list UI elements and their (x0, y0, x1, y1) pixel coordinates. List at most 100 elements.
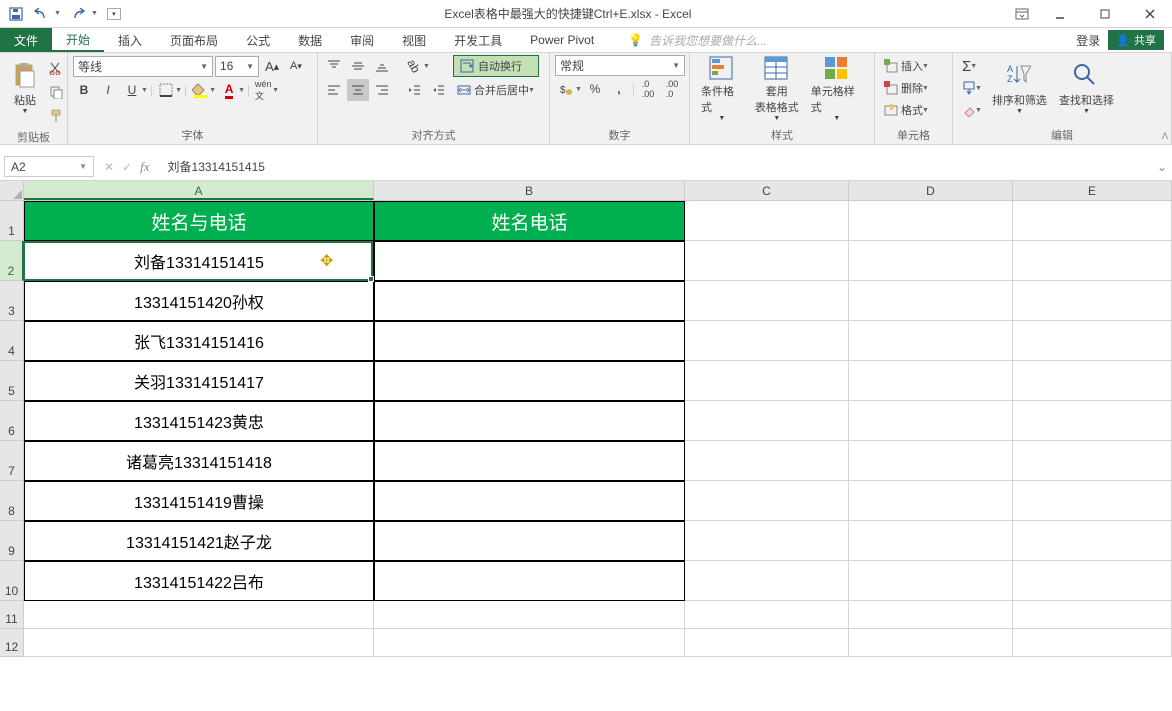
tell-me-search[interactable]: 💡告诉我您想要做什么... (608, 28, 1076, 52)
align-center-icon[interactable] (347, 79, 369, 101)
cell[interactable] (374, 629, 685, 657)
row-header[interactable]: 12 (0, 629, 24, 657)
bold-icon[interactable]: B (73, 79, 95, 101)
row-header[interactable]: 11 (0, 601, 24, 629)
row-header[interactable]: 10 (0, 561, 24, 601)
number-format-combo[interactable]: 常规▼ (555, 55, 685, 76)
minimize-icon[interactable] (1037, 0, 1082, 28)
cell[interactable]: 13314151422吕布 (24, 561, 374, 601)
redo-more-icon[interactable]: ▼ (91, 10, 98, 17)
cell[interactable] (374, 521, 685, 561)
fx-icon[interactable]: fx (140, 159, 149, 175)
select-all-corner[interactable] (0, 181, 24, 200)
font-size-combo[interactable]: 16▼ (215, 56, 259, 77)
cell[interactable] (685, 629, 849, 657)
increase-indent-icon[interactable] (427, 79, 449, 101)
cell[interactable]: 刘备13314151415 (24, 241, 374, 281)
cell[interactable] (685, 521, 849, 561)
cell[interactable] (1013, 601, 1172, 629)
maximize-icon[interactable] (1082, 0, 1127, 28)
align-bottom-icon[interactable] (371, 55, 393, 77)
col-header-d[interactable]: D (849, 181, 1013, 200)
tab-powerpivot[interactable]: Power Pivot (516, 28, 608, 52)
align-top-icon[interactable] (323, 55, 345, 77)
close-icon[interactable] (1127, 0, 1172, 28)
cell[interactable] (849, 281, 1013, 321)
cell[interactable] (1013, 441, 1172, 481)
copy-icon[interactable] (45, 81, 67, 103)
cell[interactable] (849, 601, 1013, 629)
row-header[interactable]: 7 (0, 441, 24, 481)
clear-button[interactable]: ▼ (958, 99, 986, 121)
collapse-ribbon-icon[interactable]: ᐱ (1162, 131, 1168, 142)
cell[interactable] (849, 321, 1013, 361)
decrease-font-icon[interactable]: A▾ (285, 55, 307, 77)
conditional-format-button[interactable]: 条件格式▼ (695, 55, 749, 121)
col-header-c[interactable]: C (685, 181, 849, 200)
increase-decimal-icon[interactable]: .0.00 (637, 78, 659, 100)
cell[interactable] (849, 241, 1013, 281)
share-button[interactable]: 👤共享 (1108, 30, 1164, 50)
cell[interactable] (685, 481, 849, 521)
row-header[interactable]: 4 (0, 321, 24, 361)
cell[interactable]: 姓名电话 (374, 201, 685, 241)
cell[interactable] (849, 441, 1013, 481)
cell[interactable] (374, 401, 685, 441)
tab-insert[interactable]: 插入 (104, 28, 156, 52)
delete-cells-button[interactable]: 删除▼ (880, 77, 933, 99)
format-as-table-button[interactable]: 套用 表格格式▼ (749, 55, 805, 121)
phonetic-icon[interactable]: wén文 (252, 79, 274, 101)
comma-icon[interactable]: , (608, 78, 630, 100)
tab-view[interactable]: 视图 (388, 28, 440, 52)
cell[interactable]: 13314151419曹操 (24, 481, 374, 521)
underline-icon[interactable]: U (121, 79, 143, 101)
row-header[interactable]: 3 (0, 281, 24, 321)
row-header[interactable]: 6 (0, 401, 24, 441)
tab-formulas[interactable]: 公式 (232, 28, 284, 52)
cell[interactable] (374, 601, 685, 629)
cell[interactable]: 诸葛亮13314151418 (24, 441, 374, 481)
name-box[interactable]: A2▼ (4, 156, 94, 177)
cell[interactable] (374, 361, 685, 401)
cell[interactable] (685, 561, 849, 601)
cell[interactable] (685, 321, 849, 361)
save-icon[interactable] (8, 6, 24, 22)
align-right-icon[interactable] (371, 79, 393, 101)
cell[interactable] (24, 601, 374, 629)
cell[interactable] (685, 441, 849, 481)
cell[interactable] (374, 321, 685, 361)
cell[interactable] (1013, 281, 1172, 321)
row-header[interactable]: 8 (0, 481, 24, 521)
cell[interactable] (849, 481, 1013, 521)
undo-more-icon[interactable]: ▼ (54, 10, 61, 17)
decrease-indent-icon[interactable] (403, 79, 425, 101)
login-link[interactable]: 登录 (1076, 32, 1100, 49)
cell[interactable] (685, 401, 849, 441)
redo-icon[interactable] (70, 6, 86, 22)
orientation-icon[interactable]: ab (403, 55, 425, 77)
cell[interactable]: 关羽13314151417 (24, 361, 374, 401)
sort-filter-button[interactable]: AZ 排序和筛选▼ (986, 55, 1053, 121)
cell[interactable] (374, 241, 685, 281)
border-icon[interactable] (155, 79, 177, 101)
cell[interactable]: 13314151423黄忠 (24, 401, 374, 441)
increase-font-icon[interactable]: A▴ (261, 55, 283, 77)
font-color-icon[interactable]: A (218, 79, 240, 101)
cell[interactable] (1013, 521, 1172, 561)
cell[interactable] (374, 441, 685, 481)
cut-icon[interactable] (45, 57, 67, 79)
decrease-decimal-icon[interactable]: .00.0 (661, 78, 683, 100)
cell[interactable] (1013, 361, 1172, 401)
cell[interactable]: 姓名与电话 (24, 201, 374, 241)
cells-area[interactable]: 姓名与电话 姓名电话 刘备13314151415 13314151420孙权 张… (24, 201, 1172, 657)
font-name-combo[interactable]: 等线▼ (73, 56, 213, 77)
cell[interactable] (374, 281, 685, 321)
paste-button[interactable]: 粘贴 ▼ (5, 55, 45, 121)
find-select-button[interactable]: 查找和选择▼ (1053, 55, 1120, 121)
expand-formula-bar-icon[interactable]: ⌄ (1152, 160, 1172, 174)
cell[interactable] (685, 241, 849, 281)
italic-icon[interactable]: I (97, 79, 119, 101)
cell[interactable] (1013, 481, 1172, 521)
cell[interactable] (685, 361, 849, 401)
col-header-b[interactable]: B (374, 181, 685, 200)
